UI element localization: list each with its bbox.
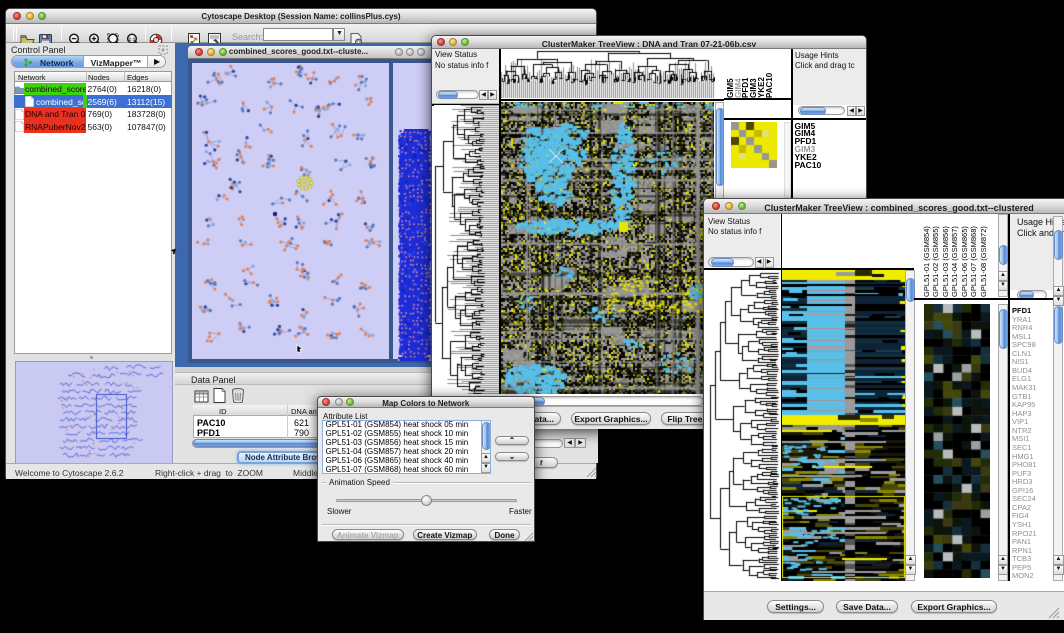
svg-text:1:1: 1:1 (129, 37, 136, 42)
